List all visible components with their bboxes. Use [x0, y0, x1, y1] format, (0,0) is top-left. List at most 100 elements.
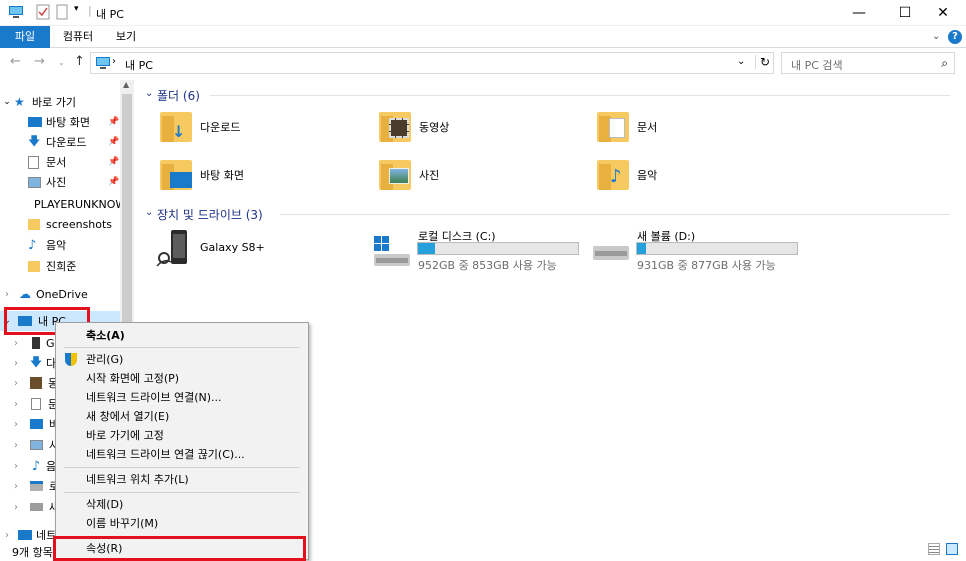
drive-usage-bar	[417, 242, 579, 255]
menu-item-pin-quick-access[interactable]: 바로 가기에 고정	[56, 426, 308, 445]
tab-file[interactable]: 파일	[0, 26, 50, 48]
download-arrow-icon: 🡇	[29, 354, 43, 369]
folder-tile-downloads[interactable]: ↓ 다운로드	[160, 112, 240, 142]
collapsed-chevron-icon[interactable]: ›	[14, 419, 26, 430]
close-button[interactable]: ✕	[920, 0, 966, 26]
menu-item-rename[interactable]: 이름 바꾸기(M)	[56, 514, 308, 533]
folder-tile-pictures[interactable]: 사진	[379, 160, 439, 190]
menu-item-manage[interactable]: 관리(G)	[56, 350, 308, 369]
details-view-icon[interactable]	[928, 543, 940, 555]
drive-space-info: 952GB 중 853GB 사용 가능	[418, 259, 557, 272]
address-dropdown-icon[interactable]: ⌄	[737, 56, 745, 67]
collapsed-chevron-icon[interactable]: ›	[14, 440, 26, 451]
collapsed-chevron-icon[interactable]: ›	[14, 399, 26, 410]
drive-tile-c[interactable]: 로컬 디스크 (C:) 952GB 중 853GB 사용 가능	[372, 228, 587, 272]
large-icons-view-icon[interactable]	[946, 543, 958, 555]
scroll-up-icon[interactable]: ▲	[123, 80, 129, 89]
phone-icon	[156, 230, 187, 267]
sidebar-item-quick-access[interactable]: ⌄ ★ 바로 가기	[0, 92, 120, 112]
collapsed-chevron-icon[interactable]: ›	[14, 481, 26, 492]
recent-locations-icon[interactable]: ⌄	[58, 58, 65, 67]
star-icon: ★	[14, 95, 25, 109]
drive-tile-d[interactable]: 새 볼륨 (D:) 931GB 중 877GB 사용 가능	[591, 228, 806, 272]
refresh-icon[interactable]: ↻	[755, 55, 770, 69]
menu-item-open-new-window[interactable]: 새 창에서 열기(E)	[56, 407, 308, 426]
folders-group-chevron-icon[interactable]: ⌄	[145, 88, 153, 99]
sidebar-item-label: 음악	[46, 239, 67, 252]
customize-quick-access-icon[interactable]: ▾	[74, 4, 79, 14]
sidebar-item-pictures[interactable]: 사진 📌	[0, 172, 120, 192]
menu-item-collapse[interactable]: 축소(A)	[56, 326, 308, 345]
sidebar-item-downloads[interactable]: 🡇 다운로드 📌	[0, 132, 120, 152]
collapsed-chevron-icon[interactable]: ›	[0, 289, 14, 300]
sidebar-item-desktop[interactable]: 바탕 화면 📌	[0, 112, 120, 132]
drive-usage-fill	[637, 243, 647, 254]
menu-item-add-network-location[interactable]: 네트워크 위치 추가(L)	[56, 470, 308, 489]
search-box[interactable]: 내 PC 검색 ⌕	[781, 52, 955, 74]
shield-icon	[65, 353, 77, 366]
folder-tile-videos[interactable]: 동영상	[379, 112, 449, 142]
sidebar-item-user-folder[interactable]: 진희준	[0, 256, 120, 276]
pin-icon[interactable]: 📌	[108, 177, 119, 187]
menu-separator	[64, 492, 300, 493]
pictures-folder-icon	[379, 160, 413, 190]
folder-tile-music[interactable]: ♪ 음악	[597, 160, 657, 190]
menu-item-pin-to-start[interactable]: 시작 화면에 고정(P)	[56, 369, 308, 388]
expand-ribbon-icon[interactable]: ⌄	[932, 31, 940, 42]
sidebar-item-music[interactable]: ♪ 음악	[0, 235, 120, 255]
tab-view[interactable]: 보기	[108, 26, 144, 48]
document-icon	[28, 155, 39, 169]
minimize-button[interactable]: —	[836, 0, 882, 26]
folder-tile-desktop[interactable]: 바탕 화면	[160, 160, 244, 190]
breadcrumb[interactable]: 내 PC	[125, 57, 153, 73]
close-icon: ✕	[937, 5, 949, 21]
title-bar: ▾ | 내 PC — ☐ ✕	[0, 0, 966, 26]
new-folder-icon[interactable]	[56, 4, 68, 20]
help-icon[interactable]: ?	[948, 30, 962, 44]
sidebar-item-label: 문서	[46, 156, 67, 169]
pin-icon[interactable]: 📌	[108, 137, 119, 147]
up-arrow-icon[interactable]: ↑	[74, 54, 85, 69]
search-icon[interactable]: ⌕	[941, 56, 948, 71]
folder-label: 다운로드	[200, 121, 241, 134]
collapsed-chevron-icon[interactable]: ›	[14, 461, 26, 472]
collapsed-chevron-icon[interactable]: ›	[14, 338, 26, 349]
forward-arrow-icon[interactable]: →	[34, 54, 45, 69]
folders-group-header[interactable]: 폴더 (6)	[157, 87, 200, 104]
highlight-properties	[53, 536, 306, 561]
devices-group-header[interactable]: 장치 및 드라이브 (3)	[157, 206, 263, 223]
pin-icon[interactable]: 📌	[108, 117, 119, 127]
context-menu: 축소(A) 관리(G) 시작 화면에 고정(P) 네트워크 드라이브 연결(N)…	[55, 322, 309, 560]
downloads-folder-icon: ↓	[160, 112, 194, 142]
menu-item-map-network-drive[interactable]: 네트워크 드라이브 연결(N)...	[56, 388, 308, 407]
title-divider: |	[88, 4, 92, 17]
menu-item-disconnect-network-drive[interactable]: 네트워크 드라이브 연결 끊기(C)...	[56, 445, 308, 464]
sidebar-item-playerunknown[interactable]: PLAYERUNKNOWN	[0, 194, 120, 214]
sidebar-item-documents[interactable]: 문서 📌	[0, 152, 120, 172]
drive-usage-bar	[636, 242, 798, 255]
collapsed-chevron-icon[interactable]: ›	[14, 378, 26, 389]
tab-computer[interactable]: 컴퓨터	[56, 26, 100, 48]
desktop-folder-icon	[160, 160, 194, 190]
sidebar-item-onedrive[interactable]: › ☁ OneDrive	[0, 284, 120, 304]
videos-folder-icon	[379, 112, 413, 142]
collapsed-chevron-icon[interactable]: ›	[14, 502, 26, 513]
folder-tile-documents[interactable]: 문서	[597, 112, 657, 142]
sidebar-item-screenshots[interactable]: screenshots	[0, 214, 120, 234]
expanded-chevron-icon[interactable]: ⌄	[0, 97, 14, 107]
menu-item-label: 관리(G)	[86, 353, 124, 366]
collapsed-chevron-icon[interactable]: ›	[14, 358, 26, 369]
menu-item-delete[interactable]: 삭제(D)	[56, 495, 308, 514]
sidebar-item-label: 진희준	[46, 260, 77, 273]
properties-icon[interactable]	[36, 4, 50, 20]
search-input[interactable]: 내 PC 검색	[791, 57, 843, 73]
device-tile-galaxy[interactable]: Galaxy S8+	[155, 228, 355, 270]
network-icon	[18, 530, 32, 540]
breadcrumb-separator-icon[interactable]: ›	[112, 56, 116, 67]
desktop-icon	[28, 117, 42, 127]
pin-icon[interactable]: 📌	[108, 157, 119, 167]
back-arrow-icon[interactable]: ←	[10, 54, 21, 69]
collapsed-chevron-icon[interactable]: ›	[0, 530, 14, 541]
devices-group-chevron-icon[interactable]: ⌄	[145, 207, 153, 218]
address-bar[interactable]: › 내 PC ⌄ ↻	[90, 52, 774, 74]
